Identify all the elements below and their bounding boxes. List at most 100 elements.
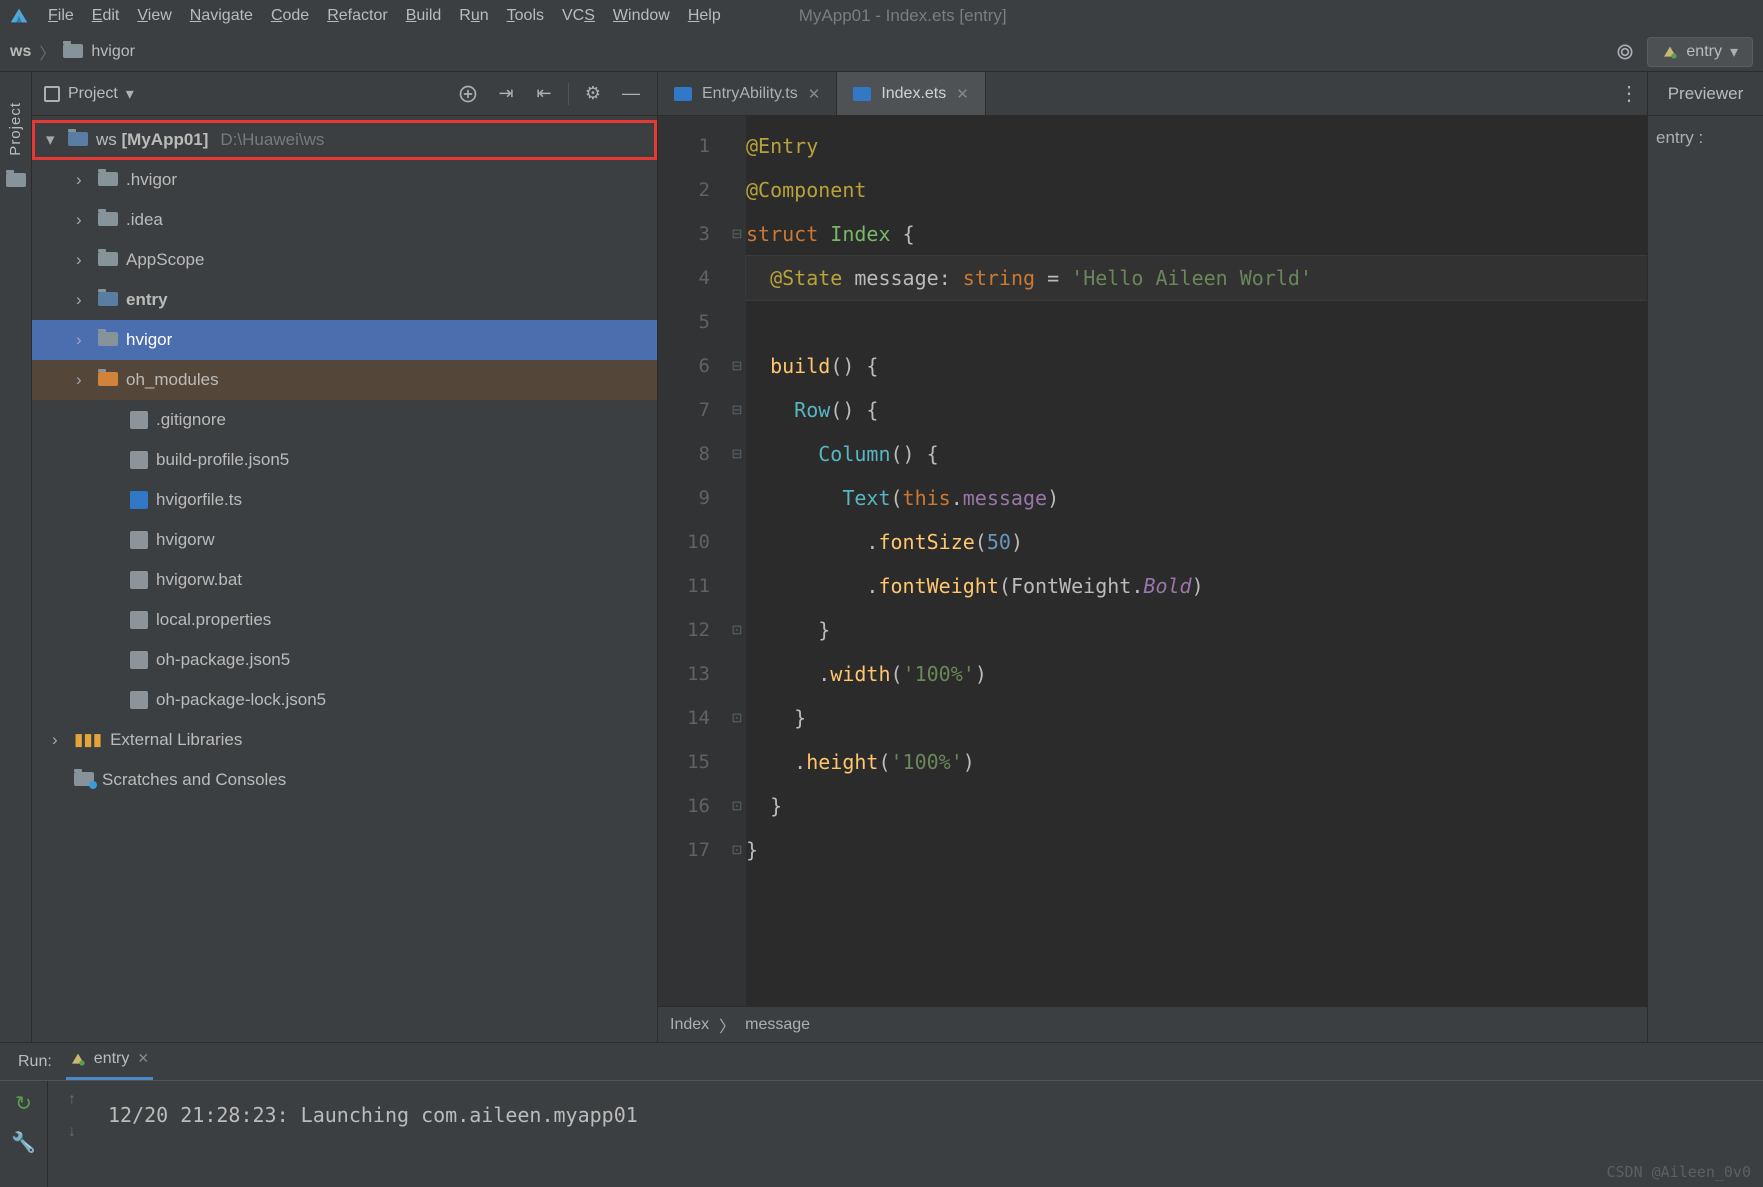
menu-tools[interactable]: Tools	[507, 7, 544, 25]
project-toolbar-title[interactable]: Project	[68, 85, 118, 103]
crumb-item[interactable]: Index	[670, 1016, 709, 1034]
gear-icon[interactable]: ⚙	[579, 80, 607, 108]
breadcrumb-current[interactable]: hvigor	[91, 43, 135, 61]
target-icon[interactable]	[1611, 38, 1639, 66]
chevron-down-icon[interactable]: ▾	[126, 84, 134, 104]
tab-label: Index.ets	[881, 85, 946, 103]
tree-item-label: .gitignore	[156, 410, 226, 430]
run-header: Run: entry ✕	[0, 1043, 1763, 1081]
file-icon	[130, 651, 148, 669]
menu-help[interactable]: Help	[688, 7, 721, 25]
close-icon[interactable]: ✕	[808, 85, 821, 103]
run-config-selector[interactable]: entry ▾	[1647, 37, 1753, 67]
code-editor[interactable]: ✔ 1234567891011121314151617 ⊟⊟⊟⊟⊡⊡⊡⊡ @En…	[658, 116, 1647, 1006]
editor-tab-active[interactable]: Index.ets ✕	[837, 72, 986, 115]
tab-label: EntryAbility.ts	[702, 85, 798, 103]
close-icon[interactable]: ✕	[956, 85, 969, 103]
add-icon[interactable]	[454, 80, 482, 108]
tree-item-label: .idea	[126, 210, 163, 230]
chevron-right-icon: ›	[76, 330, 90, 350]
menu-vcs[interactable]: VCS	[562, 7, 595, 25]
editor-breadcrumb[interactable]: Index 〉 message	[658, 1006, 1647, 1042]
previewer-header[interactable]: Previewer	[1648, 72, 1763, 116]
scratches-icon	[74, 772, 94, 786]
tree-file[interactable]: .gitignore	[32, 400, 657, 440]
tree-folder-selected[interactable]: › hvigor	[32, 320, 657, 360]
menu-run[interactable]: Run	[459, 7, 488, 25]
run-output[interactable]: 12/20 21:28:23: Launching com.aileen.mya…	[96, 1081, 1763, 1187]
crumb-item[interactable]: message	[745, 1016, 810, 1034]
previewer-entry: entry :	[1648, 116, 1763, 160]
project-tree[interactable]: ▾ ws [MyApp01] D:\Huawei\ws › .hvigor › …	[32, 116, 657, 1042]
tree-file[interactable]: build-profile.json5	[32, 440, 657, 480]
project-toolbar: Project ▾ ⇥ ⇤ ⚙ —	[32, 72, 657, 116]
chevron-right-icon: ›	[76, 170, 90, 190]
tree-folder-entry[interactable]: › entry	[32, 280, 657, 320]
run-output-text: 12/20 21:28:23: Launching com.aileen.mya…	[108, 1103, 638, 1127]
file-icon	[130, 451, 148, 469]
tree-file[interactable]: hvigorfile.ts	[32, 480, 657, 520]
tree-file[interactable]: local.properties	[32, 600, 657, 640]
run-config-icon	[1662, 44, 1678, 60]
breadcrumb-root[interactable]: ws	[10, 43, 31, 61]
blank	[52, 770, 66, 790]
code-content[interactable]: @Entry @Component struct Index { @State …	[746, 116, 1647, 1006]
tree-file[interactable]: oh-package.json5	[32, 640, 657, 680]
collapse-icon[interactable]: ⇤	[530, 80, 558, 108]
rerun-icon[interactable]: ↻	[15, 1091, 32, 1116]
wrench-icon[interactable]: 🔧	[11, 1130, 36, 1155]
menu-file[interactable]: File	[48, 7, 74, 25]
tree-item-label: oh_modules	[126, 370, 219, 390]
file-icon	[130, 411, 148, 429]
close-icon[interactable]: ✕	[137, 1050, 149, 1067]
menu-window[interactable]: Window	[613, 7, 670, 25]
breadcrumb-sep-icon: 〉	[39, 40, 55, 64]
file-icon	[130, 691, 148, 709]
editor-tab[interactable]: EntryAbility.ts ✕	[658, 72, 837, 115]
chevron-right-icon: ›	[76, 250, 90, 270]
tree-item-label: hvigorfile.ts	[156, 490, 242, 510]
tree-item-label: hvigorw.bat	[156, 570, 242, 590]
tree-folder-modules[interactable]: › oh_modules	[32, 360, 657, 400]
tree-file[interactable]: hvigorw	[32, 520, 657, 560]
menu-build[interactable]: Build	[406, 7, 442, 25]
run-tab[interactable]: entry ✕	[66, 1044, 153, 1080]
file-icon	[130, 531, 148, 549]
tab-options-icon[interactable]: ⋮	[1611, 72, 1647, 115]
menu-view[interactable]: View	[137, 7, 171, 25]
tree-file[interactable]: hvigorw.bat	[32, 560, 657, 600]
tree-item-label: hvigor	[126, 330, 172, 350]
menu-bar: File Edit View Navigate Code Refactor Bu…	[0, 0, 1763, 32]
previewer-panel: Previewer entry :	[1647, 72, 1763, 1042]
up-icon[interactable]: ↑	[68, 1091, 76, 1109]
fold-gutter[interactable]: ⊟⊟⊟⊟⊡⊡⊡⊡	[728, 116, 746, 1006]
chevron-right-icon: ›	[76, 290, 90, 310]
menu-code[interactable]: Code	[271, 7, 309, 25]
hide-panel-icon[interactable]: —	[617, 80, 645, 108]
tree-file[interactable]: oh-package-lock.json5	[32, 680, 657, 720]
tree-folder[interactable]: › AppScope	[32, 240, 657, 280]
tree-root-name: ws	[96, 130, 117, 149]
tree-root-module: [MyApp01]	[122, 130, 209, 149]
menu-refactor[interactable]: Refactor	[327, 7, 387, 25]
ts-file-icon	[674, 87, 692, 101]
tree-external-libs[interactable]: › ▮▮▮ External Libraries	[32, 720, 657, 760]
run-config-label: entry	[1686, 43, 1722, 61]
menu-edit[interactable]: Edit	[92, 7, 120, 25]
expand-icon[interactable]: ⇥	[492, 80, 520, 108]
project-view-icon	[44, 86, 60, 102]
tree-folder[interactable]: › .idea	[32, 200, 657, 240]
tree-root[interactable]: ▾ ws [MyApp01] D:\Huawei\ws	[32, 120, 657, 160]
menu-navigate[interactable]: Navigate	[190, 7, 253, 25]
tree-scratches[interactable]: Scratches and Consoles	[32, 760, 657, 800]
project-tool-tab[interactable]: Project	[7, 102, 24, 156]
main-area: Project Project ▾ ⇥ ⇤ ⚙ — ▾ ws [MyApp01]	[0, 72, 1763, 1042]
folder-strip-icon[interactable]	[6, 174, 26, 193]
tree-folder[interactable]: › .hvigor	[32, 160, 657, 200]
chevron-right-icon: ›	[52, 730, 66, 750]
watermark: CSDN @Aileen_0v0	[1607, 1163, 1752, 1181]
file-icon	[130, 571, 148, 589]
line-gutter: 1234567891011121314151617	[658, 116, 728, 1006]
run-config-icon	[70, 1051, 86, 1067]
down-icon[interactable]: ↓	[68, 1123, 76, 1141]
